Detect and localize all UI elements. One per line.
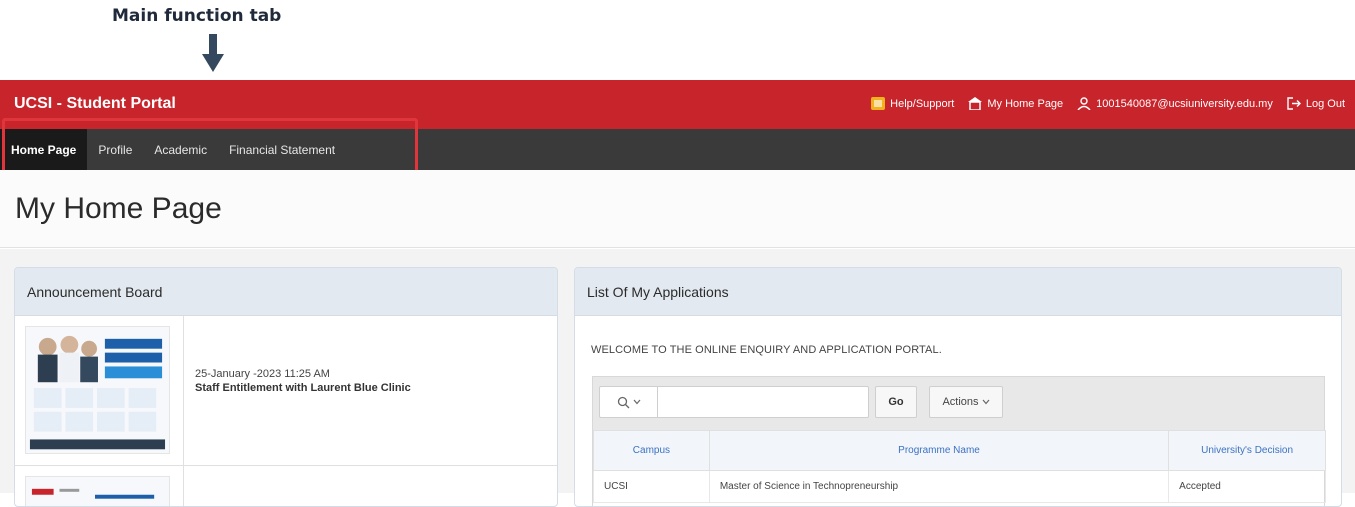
applications-panel: List Of My Applications WELCOME TO THE O…: [574, 267, 1342, 507]
page-header: My Home Page: [0, 170, 1355, 248]
cell-programme-name: Master of Science in Technopreneurship: [708, 470, 1170, 503]
announcement-poster-image: [26, 477, 169, 506]
actions-label: Actions: [942, 396, 979, 408]
welcome-message: WELCOME TO THE ONLINE ENQUIRY AND APPLIC…: [591, 344, 942, 356]
clinic-poster-image: [26, 327, 169, 454]
main-content: Announcement Board 25-January -2023 11:2: [0, 249, 1355, 507]
go-button[interactable]: Go: [875, 386, 917, 418]
announcement-divider: [183, 316, 184, 465]
column-header-programme-name[interactable]: Programme Name: [708, 430, 1170, 471]
applications-table: Campus Programme Name University's Decis…: [593, 430, 1326, 503]
announcement-divider: [183, 466, 184, 506]
top-links: Help/Support My Home Page 1001540087@ucs…: [871, 97, 1345, 110]
announcement-thumbnail[interactable]: [25, 476, 170, 506]
home-icon: [968, 97, 983, 110]
announcement-item[interactable]: [15, 466, 557, 506]
cell-decision: Accepted: [1168, 470, 1326, 503]
log-out-label: Log Out: [1305, 97, 1345, 110]
report-toolbar: Go Actions: [593, 377, 1324, 430]
search-column-selector[interactable]: [600, 387, 658, 417]
my-home-page-label: My Home Page: [987, 97, 1064, 110]
my-home-page-link[interactable]: My Home Page: [968, 97, 1063, 110]
log-out-link[interactable]: Log Out: [1287, 97, 1345, 110]
table-header-row: Campus Programme Name University's Decis…: [593, 430, 1326, 471]
search-box: [599, 386, 869, 418]
actions-button[interactable]: Actions: [929, 386, 1003, 418]
help-support-label: Help/Support: [890, 97, 955, 110]
annotation-area: Main function tab: [0, 0, 1355, 80]
table-row: UCSI Master of Science in Technopreneurs…: [593, 470, 1326, 503]
applications-panel-title: List Of My Applications: [575, 268, 1341, 316]
applications-report: Go Actions Campus Programme Name Univers…: [592, 376, 1326, 506]
announcement-panel: Announcement Board 25-January -2023 11:2: [14, 267, 558, 507]
portal-brand[interactable]: UCSI - Student Portal: [14, 95, 176, 113]
user-account-link[interactable]: 1001540087@ucsiuniversity.edu.my: [1077, 97, 1273, 110]
search-input[interactable]: [659, 387, 868, 417]
user-email-label: 1001540087@ucsiuniversity.edu.my: [1096, 97, 1273, 110]
down-arrow-icon: [202, 34, 224, 72]
announcement-date: 25-January -2023 11:25 AM: [195, 368, 330, 380]
help-support-link[interactable]: Help/Support: [871, 97, 954, 110]
search-icon: [617, 396, 629, 408]
logout-icon: [1287, 97, 1301, 110]
column-header-campus[interactable]: Campus: [593, 430, 710, 471]
cell-campus: UCSI: [593, 470, 710, 503]
announcement-thumbnail[interactable]: [25, 326, 170, 454]
announcement-title[interactable]: Staff Entitlement with Laurent Blue Clin…: [195, 382, 411, 394]
announcement-item[interactable]: 25-January -2023 11:25 AM Staff Entitlem…: [15, 316, 557, 466]
announcement-panel-title: Announcement Board: [15, 268, 557, 316]
chevron-down-icon: [633, 399, 640, 405]
help-icon: [871, 97, 886, 110]
page-title: My Home Page: [15, 192, 222, 225]
column-header-decision[interactable]: University's Decision: [1168, 430, 1326, 471]
annotation-label: Main function tab: [112, 6, 282, 26]
user-icon: [1077, 97, 1091, 110]
chevron-down-icon: [982, 399, 989, 405]
